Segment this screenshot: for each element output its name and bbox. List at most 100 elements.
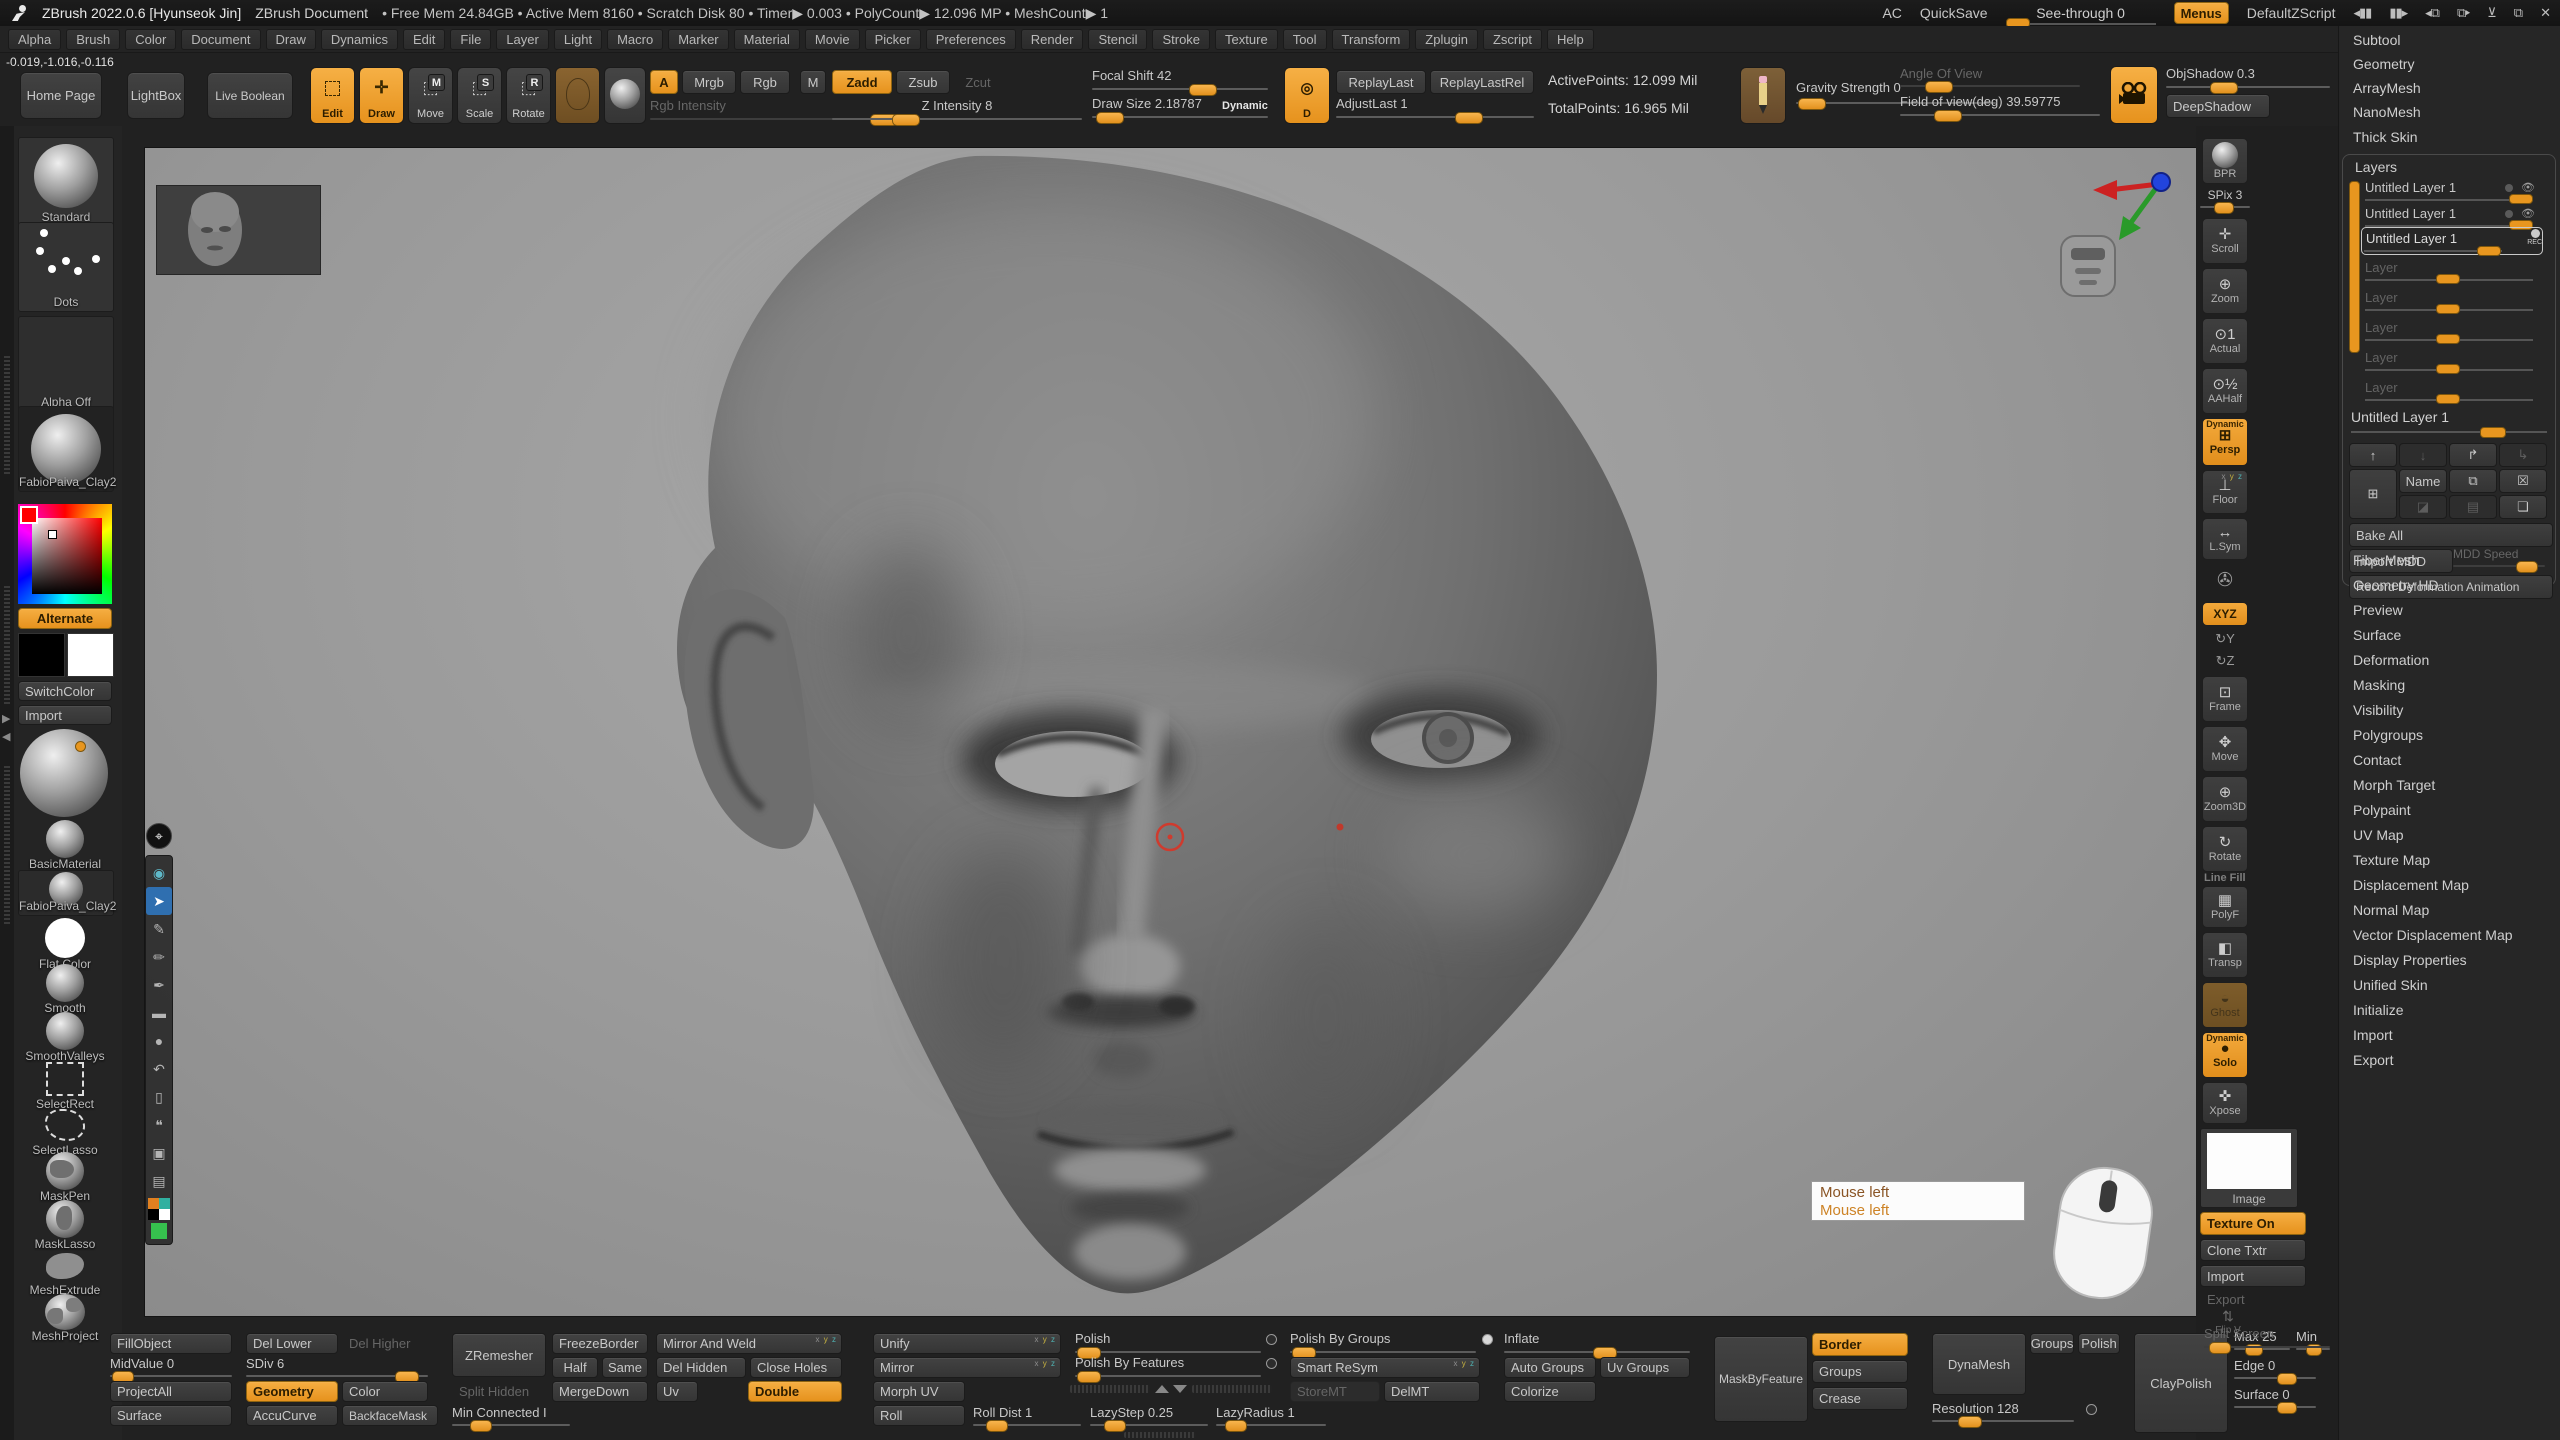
palette-item-thickskin[interactable]: Thick Skin: [2353, 129, 2418, 145]
notes-icon[interactable]: ▤: [146, 1167, 172, 1195]
z-intensity-handle[interactable]: [892, 114, 920, 126]
menu-stencil[interactable]: Stencil: [1088, 29, 1147, 50]
secondary-color-swatch[interactable]: [67, 633, 114, 677]
polish-by-features-handle[interactable]: [1077, 1371, 1101, 1383]
actual-size-button[interactable]: ⊙1Actual: [2202, 318, 2248, 364]
palette-item-preview[interactable]: Preview: [2353, 602, 2403, 618]
polish-by-features-toggle[interactable]: [1266, 1358, 1277, 1369]
restore-icon[interactable]: ⧉: [2514, 5, 2522, 21]
camera-lock-button[interactable]: ✇: [2202, 562, 2248, 600]
rgb-button[interactable]: Rgb: [740, 70, 790, 94]
layer-row[interactable]: Untitled Layer 1 👁: [2365, 205, 2533, 227]
close-holes-button[interactable]: Close Holes: [750, 1357, 842, 1378]
lazy-radius-slider[interactable]: LazyRadius 1: [1216, 1405, 1326, 1420]
surface-noise-button[interactable]: Surface: [110, 1405, 232, 1426]
palette-item-polygroups[interactable]: Polygroups: [2353, 727, 2423, 743]
menu-transform[interactable]: Transform: [1332, 29, 1411, 50]
palette-item-import[interactable]: Import: [2353, 1027, 2393, 1043]
palette-item-contact[interactable]: Contact: [2353, 752, 2401, 768]
lazy-step-handle[interactable]: [1104, 1420, 1126, 1432]
sdiv-slider[interactable]: SDiv 6: [246, 1356, 428, 1371]
palette-item-displacementmap[interactable]: Displacement Map: [2353, 877, 2469, 893]
deep-shadow-button[interactable]: DeepShadow: [2166, 94, 2270, 118]
field-of-view-handle[interactable]: [1934, 110, 1962, 122]
brush-tool-item[interactable]: Smooth: [18, 964, 112, 1015]
roll-dist-slider[interactable]: Roll Dist 1: [973, 1405, 1081, 1420]
min-connected-slider[interactable]: Min Connected I: [452, 1405, 570, 1420]
brush-tool-item[interactable]: MeshExtrude: [18, 1248, 112, 1297]
trash-icon[interactable]: ▯: [146, 1083, 172, 1111]
color-toggle-button[interactable]: Color: [342, 1381, 428, 1402]
layout-right-icon[interactable]: ⧉▸: [2457, 5, 2469, 21]
split-screen-slider[interactable]: Split Screen: [2204, 1326, 2330, 1341]
layer-intensity-handle[interactable]: [2436, 394, 2460, 404]
annotation-color-swatches[interactable]: [148, 1198, 170, 1220]
palette-item-geometry[interactable]: Geometry: [2353, 56, 2414, 72]
layer-intensity-handle[interactable]: [2509, 194, 2533, 204]
scroll-doc-button[interactable]: ✛Scroll: [2202, 218, 2248, 264]
palette-item-export[interactable]: Export: [2353, 1052, 2393, 1068]
visibility-eye-icon[interactable]: ◉: [146, 859, 172, 887]
layer-redo-button[interactable]: ↱: [2449, 443, 2497, 467]
panel-expand-right-icon[interactable]: ▶: [2, 712, 10, 725]
move-3d-button[interactable]: ✥Move: [2202, 726, 2248, 772]
pin-icon[interactable]: ⌖: [146, 823, 172, 849]
adjust-last-slider[interactable]: AdjustLast 1: [1336, 96, 1534, 111]
zcut-button[interactable]: Zcut: [956, 70, 1000, 94]
zsub-button[interactable]: Zsub: [896, 70, 950, 94]
palette-item-geometryhd[interactable]: Geometry HD: [2353, 577, 2439, 593]
spix-slider[interactable]: SPix 3: [2200, 188, 2250, 202]
merge-down-button[interactable]: MergeDown: [552, 1381, 648, 1402]
palette-item-deformation[interactable]: Deformation: [2353, 652, 2429, 668]
auto-groups-button[interactable]: Auto Groups: [1504, 1357, 1596, 1378]
min-connected-handle[interactable]: [470, 1420, 492, 1432]
surface-slider[interactable]: Surface 0: [2234, 1387, 2316, 1402]
zadd-button[interactable]: Zadd: [832, 70, 892, 94]
import-color-button[interactable]: Import: [18, 705, 112, 725]
menu-tool[interactable]: Tool: [1283, 29, 1327, 50]
scale-button[interactable]: S ⬚ Scale: [457, 67, 502, 124]
aahalf-button[interactable]: ⊙½AAHalf: [2202, 368, 2248, 414]
dynamesh-groups-button[interactable]: Groups: [2030, 1333, 2074, 1354]
material-item[interactable]: FabioPaiva_Clay2: [18, 870, 112, 916]
xyz-rotation-button[interactable]: XYZ: [2202, 602, 2248, 626]
same-button[interactable]: Same: [602, 1357, 648, 1378]
color-picker[interactable]: [18, 504, 112, 604]
dynamesh-polish-button[interactable]: Polish: [2078, 1333, 2120, 1354]
polish-by-features-slider[interactable]: Polish By Features: [1075, 1355, 1261, 1370]
switch-color-button[interactable]: SwitchColor: [18, 681, 112, 701]
layer-mode-dot[interactable]: [2505, 184, 2513, 192]
transparency-button[interactable]: ◧Transp: [2202, 932, 2248, 978]
layers-section-title[interactable]: Layers: [2355, 159, 2397, 175]
store-mt-button[interactable]: StoreMT: [1290, 1381, 1380, 1402]
edit-button[interactable]: Edit: [310, 67, 355, 124]
layer-intensity-handle[interactable]: [2436, 304, 2460, 314]
menu-color[interactable]: Color: [125, 29, 176, 50]
material-item[interactable]: BasicMaterial: [18, 820, 112, 871]
palette-item-nanomesh[interactable]: NanoMesh: [2353, 104, 2421, 120]
dot-tool-icon[interactable]: ●: [146, 1027, 172, 1055]
see-through-slider[interactable]: See-through 0: [2006, 5, 2156, 21]
menu-zscript[interactable]: Zscript: [1483, 29, 1542, 50]
inflate-slider[interactable]: Inflate: [1504, 1331, 1690, 1346]
layer-redo-all-button[interactable]: ↳: [2499, 443, 2547, 467]
tray-collapse-icon[interactable]: [1173, 1385, 1187, 1393]
geometry-toggle-button[interactable]: Geometry: [246, 1381, 338, 1402]
menu-material[interactable]: Material: [734, 29, 800, 50]
menu-brush[interactable]: Brush: [66, 29, 120, 50]
menu-document[interactable]: Document: [181, 29, 260, 50]
menu-light[interactable]: Light: [554, 29, 602, 50]
texture-export-button[interactable]: Export: [2200, 1289, 2306, 1309]
uv-groups-button[interactable]: Uv Groups: [1600, 1357, 1690, 1378]
pen-tool-icon[interactable]: ✎: [146, 915, 172, 943]
polish-by-groups-slider[interactable]: Polish By Groups: [1290, 1331, 1476, 1346]
layer-mode-dot[interactable]: [2505, 210, 2513, 218]
invert-layer-button[interactable]: ❏: [2499, 495, 2547, 519]
floor-grid-button[interactable]: x y z ⊥Floor: [2202, 470, 2248, 514]
bottom-edge-handle[interactable]: [1124, 1432, 1196, 1438]
resolution-mode-toggle[interactable]: [2086, 1404, 2097, 1415]
menu-preferences[interactable]: Preferences: [926, 29, 1016, 50]
live-boolean-button[interactable]: Live Boolean: [207, 72, 293, 119]
brush-tool-item[interactable]: MaskLasso: [18, 1200, 112, 1251]
palette-item-fibermesh[interactable]: FiberMesh: [2353, 552, 2419, 568]
